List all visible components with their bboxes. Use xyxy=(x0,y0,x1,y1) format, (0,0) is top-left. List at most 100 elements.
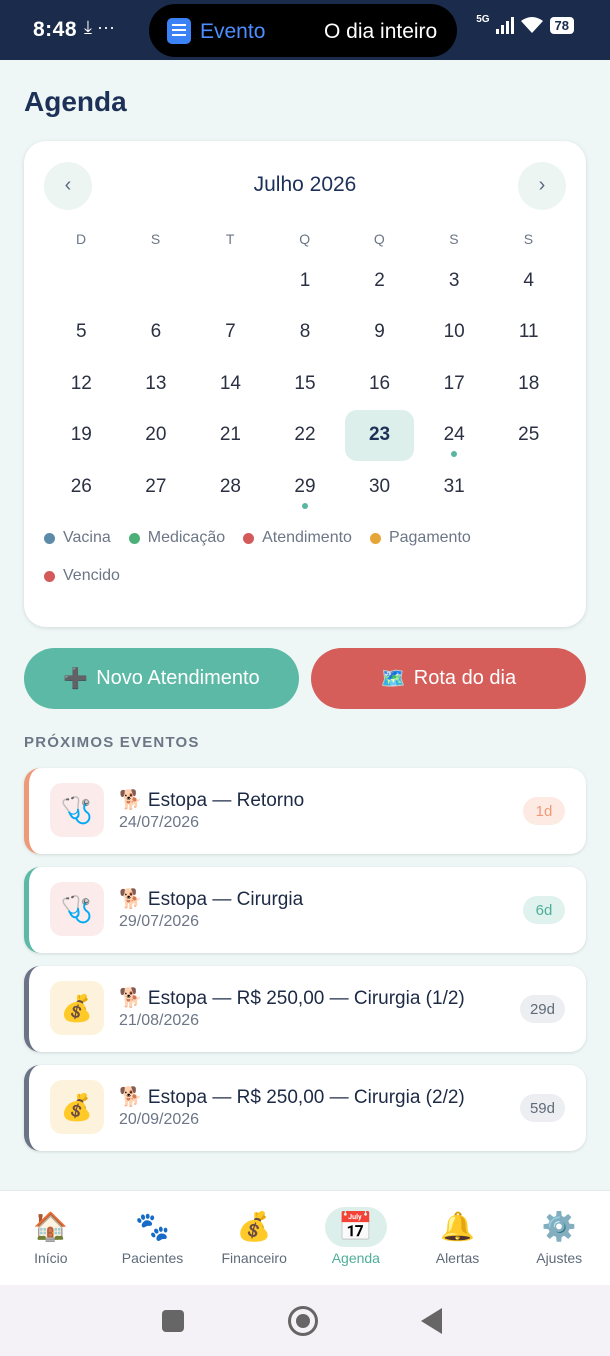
weekday-label: D xyxy=(75,231,87,247)
event-card[interactable]: 💰 🐕 Estopa — R$ 250,00 — Cirurgia (1/2) 21… xyxy=(24,966,586,1052)
calendar-day-number: 6 xyxy=(150,321,162,343)
calendar-day[interactable]: 11 xyxy=(491,307,566,359)
event-title: 🐕 Estopa — Retorno xyxy=(119,790,305,811)
daily-route-button[interactable]: 🗺️ Rota do dia xyxy=(311,648,586,709)
event-card[interactable]: 🩺 🐕 Estopa — Retorno 24/07/2026 1d xyxy=(24,768,586,854)
event-title: 🐕 Estopa — R$ 250,00 — Cirurgia (1/2) xyxy=(119,988,465,1009)
calendar-blank xyxy=(44,255,119,307)
calendar-day[interactable]: 12 xyxy=(44,358,119,410)
network-type: 5G xyxy=(476,13,490,25)
calendar-day-number: 16 xyxy=(368,372,391,394)
weekday-label: S xyxy=(449,231,460,247)
calendar-day-number: 10 xyxy=(443,321,465,343)
calendar-day[interactable]: 30 xyxy=(342,461,417,513)
calendar-day-number: 11 xyxy=(518,321,539,343)
nav-alertas[interactable]: 🔔 Alertas xyxy=(407,1191,509,1285)
calendar-day[interactable]: 1 xyxy=(268,255,343,307)
stethoscope-icon: 🩺 xyxy=(50,882,104,936)
battery-icon: 78 xyxy=(549,16,574,34)
weekday-label: S xyxy=(523,231,534,247)
calendar-day[interactable]: 9 xyxy=(342,307,417,359)
calendar-day[interactable]: 5 xyxy=(44,307,119,359)
calendar-day-number: 21 xyxy=(219,424,241,446)
back-button[interactable] xyxy=(421,1308,442,1334)
calendar-day[interactable]: 3 xyxy=(417,255,492,307)
nav-ajustes[interactable]: ⚙️ Ajustes xyxy=(508,1191,610,1285)
calendar-day-number: 27 xyxy=(145,475,167,497)
calendar-day-number: 8 xyxy=(299,321,311,343)
calendar-card: ‹ Julho 2026 › DSTQQSS 1 2 3 4 5 6 7 8 9 10 11 12 13… xyxy=(24,141,586,627)
calendar-blank xyxy=(193,255,268,307)
live-event-pill[interactable]: Evento O dia inteiro xyxy=(149,4,457,57)
calendar-day[interactable]: 14 xyxy=(193,358,268,410)
signal-icon xyxy=(495,16,514,34)
calendar-day[interactable]: 26 xyxy=(44,461,119,513)
calendar-day-number: 9 xyxy=(374,321,385,343)
calendar-day[interactable]: 6 xyxy=(119,307,194,359)
status-indicators: 5G 78 xyxy=(476,13,574,34)
month-title: Julho 2026 xyxy=(253,173,357,196)
calendar-day[interactable]: 28 xyxy=(193,461,268,513)
recents-button[interactable] xyxy=(162,1310,184,1332)
event-card[interactable]: 🩺 🐕 Estopa — Cirurgia 29/07/2026 6d xyxy=(24,867,586,953)
nav-label: Financeiro xyxy=(221,1250,287,1266)
wifi-icon xyxy=(520,17,543,33)
nav-agenda[interactable]: 📅 Agenda xyxy=(305,1191,407,1285)
calendar-day[interactable]: 21 xyxy=(193,410,268,462)
calendar-day[interactable]: 16 xyxy=(342,358,417,410)
calendar-day[interactable]: 22 xyxy=(268,410,343,462)
calendar-day[interactable]: 27 xyxy=(119,461,194,513)
next-month-button[interactable]: › xyxy=(518,162,566,210)
calendar-day[interactable]: 18 xyxy=(491,358,566,410)
nav-pacientes[interactable]: 🐾 Pacientes xyxy=(102,1191,204,1285)
calendar-day[interactable]: 8 xyxy=(268,307,343,359)
calendar-day-number: 23 xyxy=(368,424,391,446)
legend-label: Pagamento xyxy=(388,529,471,546)
calendar-day[interactable]: 13 xyxy=(119,358,194,410)
weekday-header: DSTQQSS xyxy=(44,231,566,247)
inicio-icon: 🏠 xyxy=(33,1211,69,1242)
calendar-day-number: 22 xyxy=(294,424,316,446)
event-title: 🐕 Estopa — Cirurgia xyxy=(119,889,304,910)
calendar-day[interactable]: 20 xyxy=(119,410,194,462)
calendar-day-number: 17 xyxy=(443,372,465,394)
calendar-day[interactable]: 7 xyxy=(193,307,268,359)
legend-label: Atendimento xyxy=(262,529,352,546)
weekday-label: Q xyxy=(299,231,311,247)
event-date: 29/07/2026 xyxy=(119,913,200,930)
live-event-label: Evento xyxy=(200,20,266,43)
calendar-day[interactable]: 31 xyxy=(417,461,492,513)
calendar-day[interactable]: 17 xyxy=(417,358,492,410)
legend-item: Vacina xyxy=(44,529,111,547)
calendar-day[interactable]: 19 xyxy=(44,410,119,462)
event-card[interactable]: 💰 🐕 Estopa — R$ 250,00 — Cirurgia (2/2) 20… xyxy=(24,1065,586,1151)
calendar-day[interactable]: 15 xyxy=(268,358,343,410)
calendar-day[interactable]: 24 xyxy=(417,410,492,462)
days-remaining-badge: 6d xyxy=(523,896,565,924)
calendar-day-number: 1 xyxy=(299,269,311,291)
calendar-day[interactable]: 4 xyxy=(491,255,566,307)
home-button[interactable] xyxy=(288,1306,318,1336)
ajustes-icon: ⚙️ xyxy=(541,1211,577,1242)
financeiro-icon: 💰 xyxy=(236,1211,272,1242)
calendar-day[interactable]: 2 xyxy=(342,255,417,307)
calendar-day[interactable]: 25 xyxy=(491,410,566,462)
event-title: 🐕 Estopa — R$ 250,00 — Cirurgia (2/2) xyxy=(119,1087,465,1108)
calendar-day-number: 19 xyxy=(70,424,92,446)
nav-label: Pacientes xyxy=(121,1250,184,1266)
calendar-day-selected[interactable]: 23 xyxy=(342,409,417,461)
status-bar: 8:48 ⤓ ··· Evento O dia inteiro 5G 78 xyxy=(0,0,610,60)
legend-item: Pagamento xyxy=(369,529,471,547)
nav-inicio[interactable]: 🏠 Início xyxy=(0,1191,102,1285)
calendar-day-number: 18 xyxy=(518,372,540,394)
nav-financeiro[interactable]: 💰 Financeiro xyxy=(203,1191,305,1285)
calendar-day[interactable]: 10 xyxy=(417,307,492,359)
nav-label: Alertas xyxy=(435,1250,480,1266)
calendar-day-number: 30 xyxy=(368,475,391,497)
event-dot xyxy=(301,502,308,509)
new-appointment-button[interactable]: ➕ Novo Atendimento xyxy=(24,648,299,709)
calendar-day[interactable]: 29 xyxy=(268,461,343,513)
calendar-day-number: 25 xyxy=(518,424,540,446)
legend-label: Vencido xyxy=(63,567,120,584)
stethoscope-icon: 🩺 xyxy=(50,783,104,837)
